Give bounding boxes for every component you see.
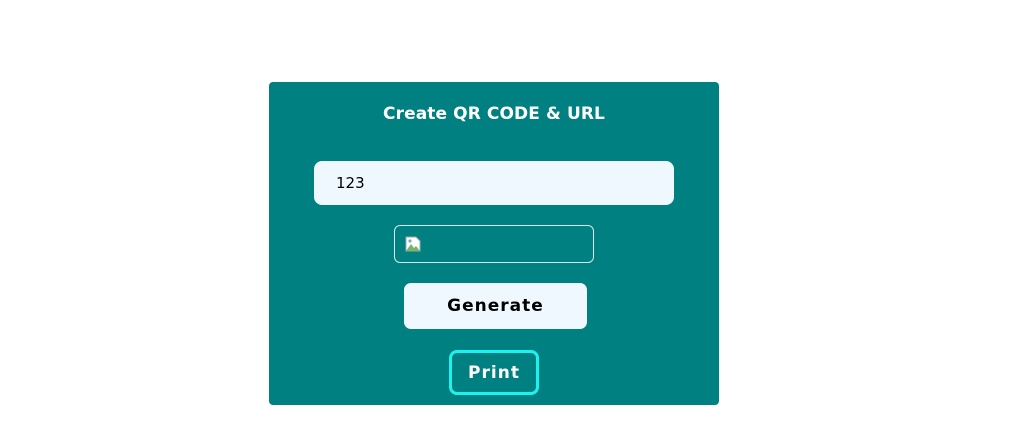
print-button[interactable]: Print <box>449 350 539 395</box>
qr-text-input[interactable] <box>314 161 674 205</box>
broken-image-icon <box>405 236 421 252</box>
qr-image-container <box>394 225 594 263</box>
generate-button[interactable]: Generate <box>404 283 587 329</box>
qr-generator-card: Create QR CODE & URL Generate Print <box>269 82 719 405</box>
card-title: Create QR CODE & URL <box>383 104 605 124</box>
